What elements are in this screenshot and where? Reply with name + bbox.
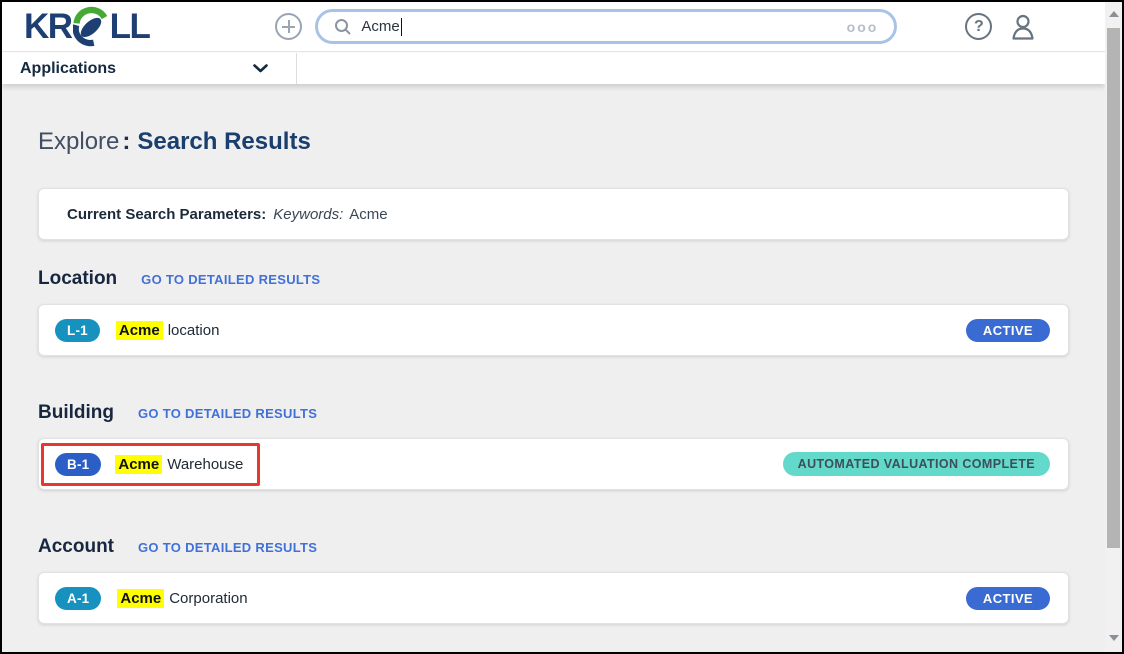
result-row-location[interactable]: L-1 Acme location ACTIVE [38,304,1069,356]
search-input[interactable]: Acme ooo [315,9,898,44]
keywords-label: Keywords: [273,205,344,223]
record-id-badge: L-1 [55,318,100,342]
logo-text-left: KR [24,7,73,46]
applications-dropdown[interactable]: Applications [2,53,297,84]
search-more-icon[interactable]: ooo [847,19,879,35]
search-value: Acme [361,18,400,35]
section-title: Location [38,268,118,289]
go-to-detailed-results-link[interactable]: GO TO DETAILED RESULTS [141,272,320,287]
question-icon: ? [973,17,984,35]
record-id-badge: B-1 [55,452,102,476]
user-icon [1012,14,1034,40]
result-row-account[interactable]: A-1 Acme Corporation ACTIVE [38,572,1069,624]
status-badge: ACTIVE [965,318,1050,342]
logo-text-right: LL [109,7,151,46]
search-parameters-card: Current Search Parameters: Keywords: Acm… [38,188,1069,240]
chevron-down-icon [253,64,268,73]
section-location: Location GO TO DETAILED RESULTS L-1 Acme… [38,268,1069,356]
keywords-value: Acme [349,205,388,223]
section-account: Account GO TO DETAILED RESULTS A-1 Acme C… [38,536,1069,624]
highlighted-keyword: Acme [115,454,163,474]
page-title-prefix: Explore [38,128,120,155]
kroll-logo: KR LL [24,6,151,48]
status-badge: ACTIVE [965,586,1050,610]
scroll-down-icon[interactable] [1109,635,1119,641]
result-name: Acme Warehouse [115,454,243,474]
page-title-main: Search Results [137,128,311,155]
section-building: Building GO TO DETAILED RESULTS B-1 Acme… [38,402,1069,490]
add-button[interactable] [275,13,303,40]
text-caret [400,17,403,36]
vertical-scrollbar[interactable] [1105,2,1122,652]
applications-label: Applications [20,59,117,77]
user-button[interactable] [1008,12,1038,42]
section-title: Account [38,536,114,557]
search-icon [335,18,352,35]
help-button[interactable]: ? [965,13,993,40]
highlighted-keyword: Acme [115,320,163,340]
record-id-badge: A-1 [55,586,102,610]
scrollbar-thumb[interactable] [1107,28,1120,548]
scroll-up-icon[interactable] [1109,11,1119,17]
top-header: KR LL Acme ooo ? [2,2,1105,52]
go-to-detailed-results-link[interactable]: GO TO DETAILED RESULTS [138,540,317,555]
logo-o-icon [72,6,107,46]
go-to-detailed-results-link[interactable]: GO TO DETAILED RESULTS [138,406,317,421]
result-name: Acme location [115,320,219,340]
result-row-building[interactable]: B-1 Acme Warehouse AUTOMATED VALUATION CO… [38,438,1069,490]
section-title: Building [38,402,114,423]
page-title-separator: : [122,128,131,155]
page-title: Explore : Search Results [38,128,1069,156]
search-parameters-label: Current Search Parameters: [67,205,267,223]
annotation-highlight-box: B-1 Acme Warehouse [41,442,261,486]
status-badge: AUTOMATED VALUATION COMPLETE [782,452,1050,476]
app-nav-bar: Applications [2,53,1105,84]
main-content: Explore : Search Results Current Search … [2,84,1105,652]
highlighted-keyword: Acme [117,588,165,608]
result-name: Acme Corporation [117,588,248,608]
